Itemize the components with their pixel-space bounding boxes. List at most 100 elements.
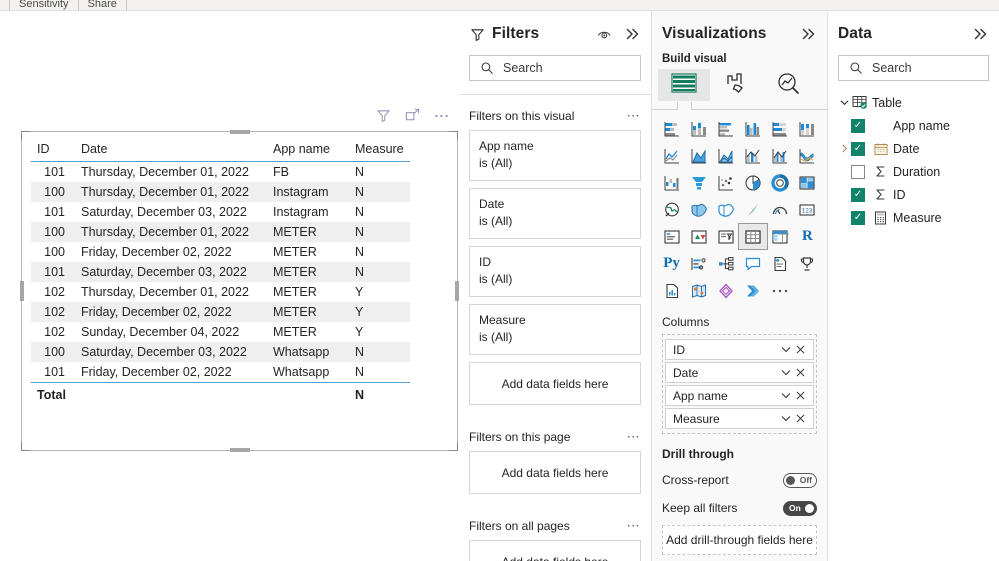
viz-metrics-visual-icon[interactable] bbox=[658, 278, 685, 303]
chevron-down-icon[interactable] bbox=[778, 411, 793, 426]
viz-smart-narrative-icon[interactable] bbox=[767, 251, 794, 276]
table-row[interactable]: 101 Thursday, December 01, 2022 FB N bbox=[31, 162, 410, 183]
chevron-down-icon[interactable] bbox=[778, 365, 793, 380]
filter-card-date[interactable]: Date is (All) bbox=[469, 188, 641, 239]
field-checkbox[interactable]: ✓ bbox=[851, 118, 865, 133]
resize-handle-left[interactable] bbox=[20, 281, 24, 301]
table-row[interactable]: 101 Friday, December 02, 2022 Whatsapp N bbox=[31, 362, 410, 383]
viz-pie-chart-icon[interactable] bbox=[739, 170, 766, 195]
focus-mode-icon[interactable] bbox=[404, 107, 421, 124]
table-row[interactable]: 100 Saturday, December 03, 2022 Whatsapp… bbox=[31, 342, 410, 362]
table-visual-container[interactable]: ID Date App name Measure 101 Thursday, D… bbox=[20, 130, 459, 452]
selected-visual[interactable]: ID Date App name Measure 101 Thursday, D… bbox=[20, 130, 459, 452]
section-more-options-icon[interactable]: ⋯ bbox=[627, 109, 641, 122]
viz-100-stacked-column-chart-icon[interactable] bbox=[794, 116, 821, 141]
column-header-measure[interactable]: Measure bbox=[349, 139, 410, 162]
filter-card-id[interactable]: ID is (All) bbox=[469, 246, 641, 297]
table-row[interactable]: 102 Sunday, December 04, 2022 METER Y bbox=[31, 322, 410, 342]
filters-visual-dropzone[interactable]: Add data fields here bbox=[469, 362, 641, 405]
viz-scatter-chart-icon[interactable] bbox=[712, 170, 739, 195]
viz-arcgis-maps-icon[interactable] bbox=[685, 278, 712, 303]
data-field-id[interactable]: ✓ ID bbox=[828, 183, 999, 206]
viz-clustered-column-chart-icon[interactable] bbox=[739, 116, 766, 141]
filter-card-app-name[interactable]: App name is (All) bbox=[469, 130, 641, 181]
report-canvas[interactable]: ID Date App name Measure 101 Thursday, D… bbox=[0, 11, 459, 561]
well-field-date[interactable]: Date bbox=[665, 362, 814, 383]
chevron-right-icon[interactable] bbox=[838, 144, 851, 153]
viz-r-script-visual-icon[interactable]: R bbox=[794, 224, 821, 249]
viz-stacked-bar-chart-icon[interactable] bbox=[658, 116, 685, 141]
columns-well-box[interactable]: ID Date App name Measure bbox=[662, 334, 817, 434]
viz-line-chart-icon[interactable] bbox=[658, 143, 685, 168]
table-row[interactable]: 102 Friday, December 02, 2022 METER Y bbox=[31, 302, 410, 322]
section-more-options-icon[interactable]: ⋯ bbox=[627, 430, 641, 443]
ribbon-item-sensitivity[interactable]: Sensitivity bbox=[19, 0, 69, 10]
well-field-app-name[interactable]: App name bbox=[665, 385, 814, 406]
well-field-id[interactable]: ID bbox=[665, 339, 814, 360]
viz-line-clustered-column-chart-icon[interactable] bbox=[767, 143, 794, 168]
remove-field-icon[interactable] bbox=[793, 388, 808, 403]
data-tree-node-table[interactable]: Table bbox=[828, 91, 999, 114]
data-search-box[interactable] bbox=[838, 55, 989, 81]
filters-page-dropzone[interactable]: Add data fields here bbox=[469, 451, 641, 494]
table-row[interactable]: 100 Thursday, December 01, 2022 METER N bbox=[31, 222, 410, 242]
viz-treemap-chart-icon[interactable] bbox=[794, 170, 821, 195]
viz-multi-row-card-icon[interactable] bbox=[658, 224, 685, 249]
viz-azure-map-chart-icon[interactable] bbox=[739, 197, 766, 222]
cross-report-toggle[interactable]: Off bbox=[783, 472, 817, 488]
table-row[interactable]: 100 Thursday, December 01, 2022 Instagra… bbox=[31, 182, 410, 202]
resize-handle-bottom-left[interactable] bbox=[21, 442, 30, 451]
table-row[interactable]: 102 Thursday, December 01, 2022 METER Y bbox=[31, 282, 410, 302]
field-checkbox[interactable]: ✓ bbox=[851, 210, 865, 225]
viz-key-influencers-icon[interactable] bbox=[685, 251, 712, 276]
viz-stacked-column-chart-icon[interactable] bbox=[685, 116, 712, 141]
resize-handle-right[interactable] bbox=[455, 281, 459, 301]
keep-all-filters-toggle[interactable]: On bbox=[783, 500, 817, 516]
table-row[interactable]: 100 Friday, December 02, 2022 METER N bbox=[31, 242, 410, 262]
viz-area-chart-icon[interactable] bbox=[685, 143, 712, 168]
viz-filled-map-chart-icon[interactable] bbox=[685, 197, 712, 222]
viz-paginated-report-icon[interactable] bbox=[794, 251, 821, 276]
chevron-down-icon[interactable] bbox=[838, 98, 851, 107]
viz-matrix-chart-icon[interactable] bbox=[767, 224, 794, 249]
filters-search-input[interactable] bbox=[470, 56, 640, 80]
field-checkbox[interactable]: ✓ bbox=[851, 141, 865, 156]
viz-kpi-chart-icon[interactable] bbox=[685, 224, 712, 249]
filters-search-box[interactable] bbox=[469, 55, 641, 81]
viz-line-stacked-column-chart-icon[interactable] bbox=[739, 143, 766, 168]
drill-through-dropzone[interactable]: Add drill-through fields here bbox=[662, 525, 817, 555]
data-field-date[interactable]: ✓ Date bbox=[828, 137, 999, 160]
data-field-app-name[interactable]: ✓ App name bbox=[828, 114, 999, 137]
column-header-app-name[interactable]: App name bbox=[267, 139, 349, 162]
column-header-date[interactable]: Date bbox=[75, 139, 267, 162]
viz-card-chart-icon[interactable]: 123 bbox=[794, 197, 821, 222]
chevron-down-icon[interactable] bbox=[778, 388, 793, 403]
field-checkbox[interactable] bbox=[851, 164, 865, 179]
filters-all-pages-dropzone[interactable]: Add data fields here bbox=[469, 540, 641, 561]
viz-qa-visual-icon[interactable] bbox=[739, 251, 766, 276]
resize-handle-top-left[interactable] bbox=[21, 131, 30, 140]
viz-shape-map-chart-icon[interactable] bbox=[712, 197, 739, 222]
remove-field-icon[interactable] bbox=[793, 365, 808, 380]
viz-python-visual-icon[interactable]: Py bbox=[658, 251, 685, 276]
resize-handle-top-right[interactable] bbox=[449, 131, 458, 140]
viz-decomposition-tree-icon[interactable] bbox=[712, 251, 739, 276]
data-field-duration[interactable]: Duration bbox=[828, 160, 999, 183]
chevron-down-icon[interactable] bbox=[778, 342, 793, 357]
tab-fields[interactable] bbox=[658, 69, 710, 101]
viz-clustered-bar-chart-icon[interactable] bbox=[712, 116, 739, 141]
viz-map-chart-icon[interactable] bbox=[658, 197, 685, 222]
collapse-pane-icon[interactable] bbox=[973, 26, 989, 42]
viz-gauge-chart-icon[interactable] bbox=[767, 197, 794, 222]
field-checkbox[interactable]: ✓ bbox=[851, 187, 865, 202]
viz-table-chart-icon[interactable] bbox=[738, 223, 768, 250]
viz-more-visuals-icon[interactable] bbox=[767, 278, 794, 303]
resize-handle-top[interactable] bbox=[229, 130, 250, 134]
resize-handle-bottom-right[interactable] bbox=[449, 442, 458, 451]
viz-waterfall-chart-icon[interactable] bbox=[658, 170, 685, 195]
well-field-measure[interactable]: Measure bbox=[665, 408, 814, 429]
more-options-icon[interactable] bbox=[433, 107, 450, 124]
viz-slicer-chart-icon[interactable] bbox=[712, 224, 739, 249]
viz-powerapps-visual-icon[interactable] bbox=[712, 278, 739, 303]
tab-format[interactable] bbox=[710, 69, 762, 101]
